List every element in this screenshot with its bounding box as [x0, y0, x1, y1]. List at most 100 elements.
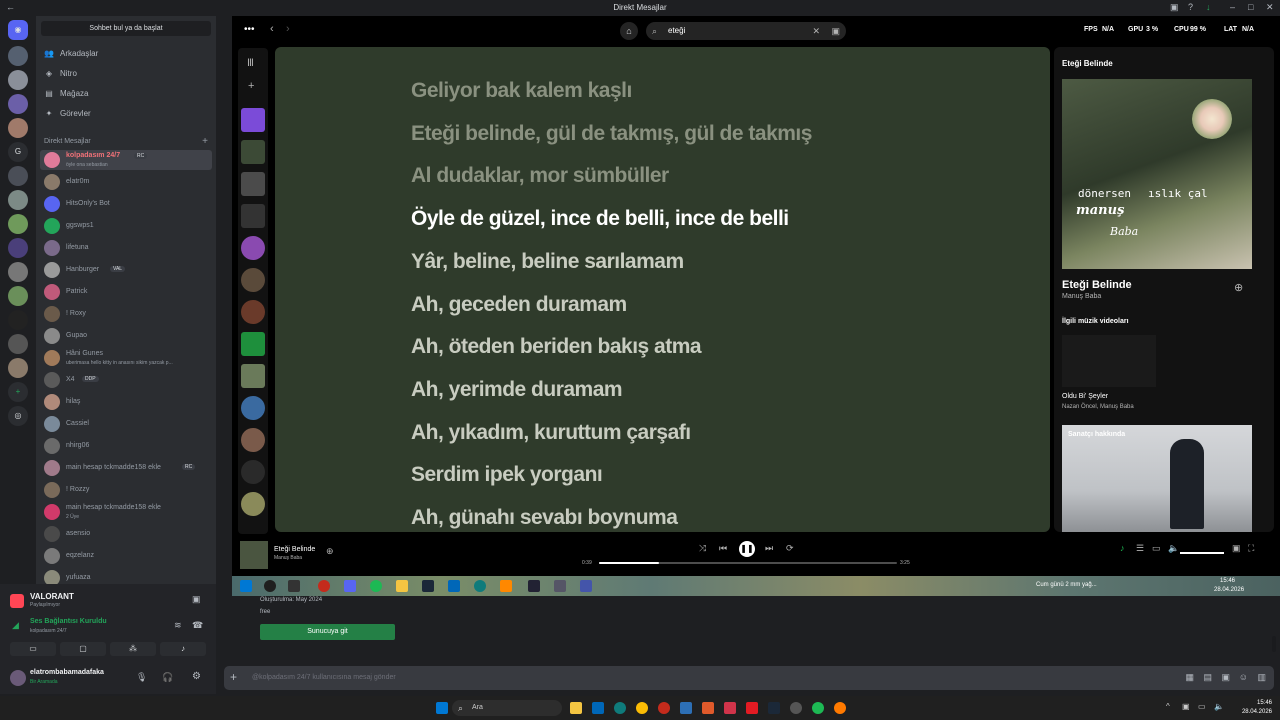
playlist-tile[interactable]	[241, 204, 265, 228]
steam-icon[interactable]	[422, 580, 434, 592]
artist-tile[interactable]	[241, 460, 265, 484]
back-chevron-icon[interactable]: ‹	[270, 23, 274, 35]
task-view-icon[interactable]	[288, 580, 300, 592]
add-plus-icon[interactable]: ⊕	[326, 546, 334, 557]
np-artist[interactable]: Manuş Baba	[1062, 293, 1101, 300]
dm-item[interactable]: ggswps1	[40, 216, 212, 236]
dm-item[interactable]: main hesap tckmadde158 ekle 2 Üye	[40, 502, 212, 522]
noise-suppression-icon[interactable]: ≋	[174, 620, 182, 631]
scrollbar[interactable]	[1272, 636, 1276, 652]
nav-shop[interactable]: ▤ Mağaza	[44, 86, 88, 102]
maximize-icon[interactable]: □	[1248, 2, 1253, 12]
add-to-library-icon[interactable]: ⊕	[1234, 281, 1243, 294]
liked-songs-tile[interactable]	[241, 108, 265, 132]
discord-home-icon[interactable]: ◉	[8, 20, 28, 40]
windows-start-icon[interactable]	[240, 580, 252, 592]
artist-tile[interactable]	[241, 492, 265, 516]
dm-item[interactable]: ! Roxy	[40, 304, 212, 324]
steam-icon[interactable]	[768, 702, 780, 714]
dm-item[interactable]: Hanburger VAL	[40, 260, 212, 280]
podcast-tile[interactable]	[241, 332, 265, 356]
settings-gear-icon[interactable]: ⚙	[192, 671, 201, 682]
folder-icon[interactable]	[396, 580, 408, 592]
taskbar-search[interactable]: ⌕ Ara	[452, 700, 562, 716]
lyric-line[interactable]: Eteği belinde, gül de takmış, gül de tak…	[411, 122, 812, 146]
lyric-line[interactable]: Ah, yerimde duramam	[411, 378, 623, 402]
artist-tile[interactable]	[241, 428, 265, 452]
lyric-line[interactable]: Geliyor bak kalem kaşlı	[411, 79, 632, 103]
edge-icon[interactable]	[614, 702, 626, 714]
lyric-line[interactable]: Ah, geceden duramam	[411, 293, 627, 317]
search-icon[interactable]	[264, 580, 276, 592]
app-icon[interactable]	[834, 702, 846, 714]
dm-item[interactable]: HitsOnly's Bot	[40, 194, 212, 214]
playlist-tile[interactable]	[241, 364, 265, 388]
opera-icon[interactable]	[658, 702, 670, 714]
weather-text[interactable]: Cum günü 2 mm yağ...	[1036, 582, 1097, 588]
lyric-line[interactable]: Ah, yıkadım, kuruttum çarşafı	[411, 421, 691, 445]
chrome-icon[interactable]	[636, 702, 648, 714]
attach-plus-icon[interactable]: +	[230, 670, 237, 684]
disconnect-icon[interactable]: ☎	[192, 620, 203, 631]
miniplayer-icon[interactable]: ▣	[1232, 543, 1241, 554]
help-icon[interactable]: ?	[1188, 2, 1193, 12]
nav-nitro[interactable]: ◈ Nitro	[44, 66, 77, 82]
create-plus-icon[interactable]: +	[248, 80, 254, 92]
dm-item[interactable]: ! Rozzy	[40, 480, 212, 500]
store-icon[interactable]	[448, 580, 460, 592]
activity-settings-icon[interactable]: ▣	[192, 594, 201, 605]
server-g[interactable]: G	[8, 142, 28, 162]
player-artist[interactable]: Manuş Baba	[274, 555, 302, 561]
screen-share-button[interactable]: ▢	[60, 642, 106, 656]
app-icon[interactable]	[528, 580, 540, 592]
server-icon[interactable]	[8, 118, 28, 138]
new-dm-plus-icon[interactable]: +	[202, 136, 208, 147]
message-input[interactable]: + @kolpadasım 24/7 kullanıcısına mesaj g…	[224, 666, 1274, 690]
spotify-search-input[interactable]: ⌕ eteği ✕ ▣	[646, 22, 846, 40]
app-icon[interactable]	[702, 702, 714, 714]
voice-status[interactable]: Ses Bağlantısı Kuruldu	[30, 618, 107, 625]
inbox-icon[interactable]: ▣	[1170, 2, 1179, 13]
home-icon[interactable]: ⌂	[620, 22, 638, 40]
artist-tile[interactable]	[241, 396, 265, 420]
about-artist-card[interactable]: Sanatçı hakkında	[1062, 425, 1252, 532]
dm-item[interactable]: asensio	[40, 524, 212, 544]
dm-item[interactable]: nhirg06	[40, 436, 212, 456]
server-icon[interactable]	[8, 166, 28, 186]
tray-icon[interactable]: ▣	[1182, 702, 1190, 711]
app-icon[interactable]	[554, 580, 566, 592]
volume-icon[interactable]: 🔈	[1214, 702, 1224, 711]
shuffle-icon[interactable]: ⤨	[699, 543, 706, 554]
playlist-tile[interactable]	[241, 172, 265, 196]
artist-tile[interactable]	[241, 300, 265, 324]
dm-item[interactable]: elatr0m	[40, 172, 212, 192]
library-icon[interactable]: Ⅲ	[247, 58, 254, 69]
volume-icon[interactable]: 🔈	[1168, 543, 1179, 554]
app-icon[interactable]	[680, 702, 692, 714]
repeat-icon[interactable]: ⟳	[786, 543, 794, 554]
dm-item[interactable]: Patrick	[40, 282, 212, 302]
avatar[interactable]	[10, 670, 26, 686]
folder-icon[interactable]	[570, 702, 582, 714]
player-track-title[interactable]: Eteği Belinde	[274, 546, 315, 553]
go-to-server-button[interactable]: Sunucuya git	[260, 624, 395, 640]
lyric-line[interactable]: Yâr, beline, beline sarılamam	[411, 250, 684, 274]
add-server-icon[interactable]: +	[8, 382, 28, 402]
server-icon[interactable]	[8, 190, 28, 210]
volume-slider[interactable]	[1180, 552, 1224, 554]
spotify-icon[interactable]	[370, 580, 382, 592]
np-thumbnail[interactable]	[240, 541, 268, 569]
artist-tile[interactable]	[241, 236, 265, 260]
lyric-line[interactable]: Al dudaklar, mor sümbüller	[411, 164, 669, 188]
dm-item[interactable]: lifetuna	[40, 238, 212, 258]
sticker-icon[interactable]: ▣	[1221, 672, 1230, 683]
nav-friends[interactable]: 👥 Arkadaşlar	[44, 46, 98, 62]
dm-item[interactable]: eqzelanz	[40, 546, 212, 566]
windows-start-icon[interactable]	[436, 702, 448, 714]
discover-icon[interactable]: ◎	[8, 406, 28, 426]
browse-icon[interactable]: ▣	[831, 22, 840, 40]
app-icon[interactable]	[580, 580, 592, 592]
microphone-icon[interactable]: 🎙	[136, 672, 147, 683]
pause-button[interactable]: ❚❚	[739, 541, 755, 557]
server-icon[interactable]	[8, 262, 28, 282]
